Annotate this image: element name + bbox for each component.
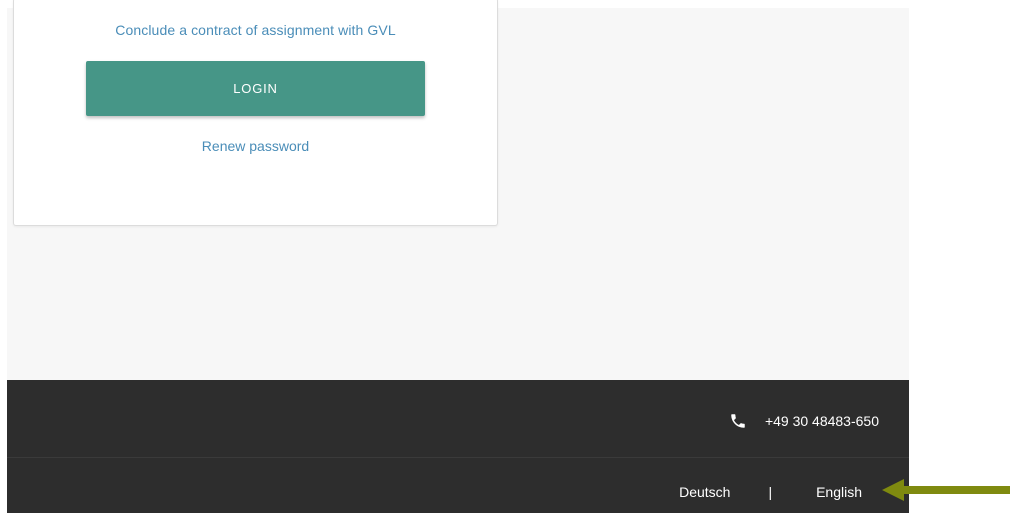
footer-language-bar: Deutsch | English — [7, 458, 909, 513]
language-separator: | — [768, 484, 773, 500]
phone-icon — [729, 412, 747, 430]
language-switcher: Deutsch | English — [679, 484, 862, 500]
footer-contact-bar: +49 30 48483-650 — [7, 380, 909, 458]
page: Conclude a contract of assignment with G… — [0, 0, 1010, 513]
phone-contact: +49 30 48483-650 — [729, 412, 879, 430]
arrow-left-icon — [882, 479, 1010, 501]
language-link-deutsch[interactable]: Deutsch — [679, 484, 730, 500]
login-button[interactable]: LOGIN — [86, 61, 425, 116]
contract-link[interactable]: Conclude a contract of assignment with G… — [14, 22, 497, 38]
login-card: Conclude a contract of assignment with G… — [13, 0, 498, 226]
phone-number: +49 30 48483-650 — [764, 413, 879, 429]
footer: +49 30 48483-650 Deutsch | English — [7, 380, 909, 513]
language-link-english[interactable]: English — [816, 484, 862, 500]
renew-password-link[interactable]: Renew password — [14, 138, 497, 154]
content-area: Conclude a contract of assignment with G… — [7, 0, 909, 380]
